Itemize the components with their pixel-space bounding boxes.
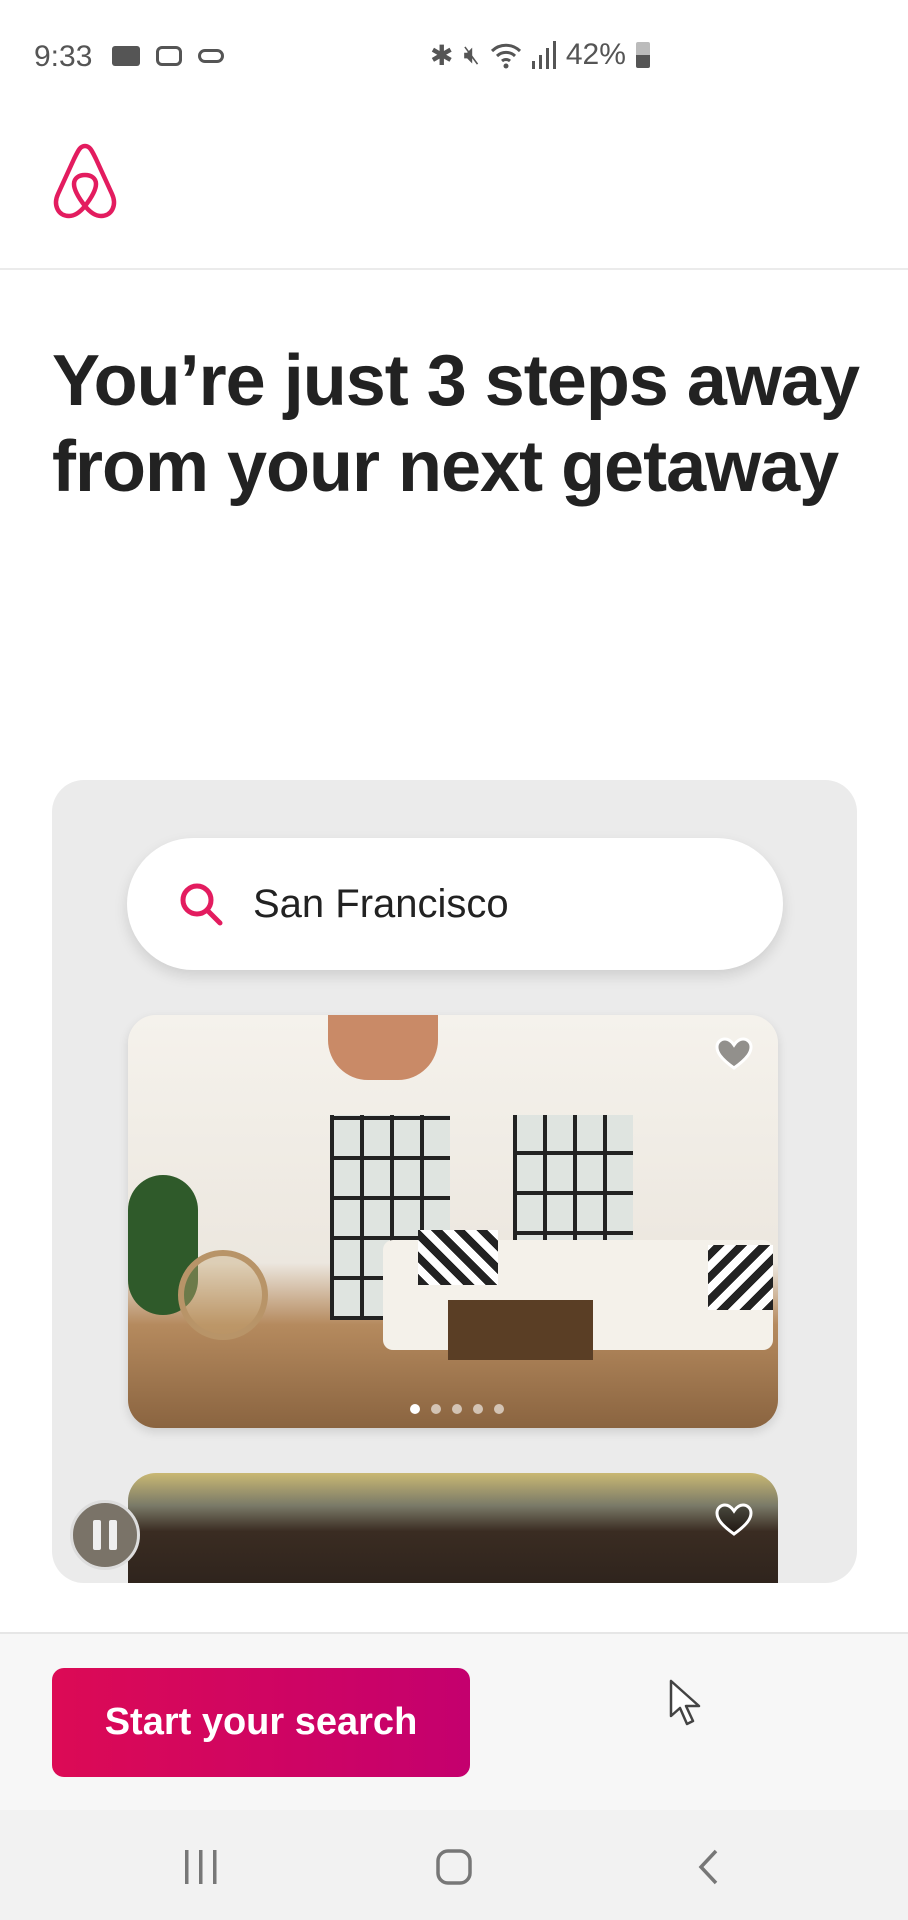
status-right: ✱ 🔇︎ 42% [430, 38, 650, 72]
pause-icon [93, 1520, 101, 1550]
heart-icon[interactable] [715, 1037, 753, 1071]
start-search-button[interactable]: Start your search [52, 1668, 470, 1777]
status-bar: 9:33 ✱ 🔇︎ 42% [0, 0, 908, 110]
carousel-dot[interactable] [494, 1404, 504, 1414]
home-icon[interactable] [435, 1848, 473, 1886]
carousel-dot[interactable] [410, 1404, 420, 1414]
battery-percent: 42% [565, 38, 626, 71]
page-title: You’re just 3 steps away from your next … [52, 341, 860, 507]
status-time: 9:33 [34, 40, 93, 73]
airbnb-logo[interactable] [50, 142, 120, 220]
system-nav-bar [0, 1810, 908, 1920]
signal-icon [531, 41, 556, 69]
pillow [708, 1245, 773, 1310]
mute-icon: 🔇︎ [463, 39, 480, 69]
listing-photo[interactable] [128, 1473, 778, 1583]
battery-icon [635, 42, 650, 68]
pillow [418, 1230, 498, 1285]
bluetooth-icon: ✱ [430, 39, 454, 71]
search-value: San Francisco [253, 881, 509, 926]
video-icon [112, 46, 140, 66]
key-icon [198, 49, 224, 63]
wifi-icon [490, 43, 521, 69]
app-header [0, 110, 908, 270]
carousel-dot[interactable] [473, 1404, 483, 1414]
search-bar[interactable]: San Francisco [127, 838, 783, 970]
coffee-table [448, 1300, 593, 1360]
heart-icon[interactable] [715, 1503, 753, 1537]
recent-apps-icon[interactable] [183, 1850, 219, 1884]
listing-photo[interactable] [128, 1015, 778, 1428]
carousel-dot[interactable] [452, 1404, 462, 1414]
sync-icon [156, 46, 182, 66]
carousel-dot[interactable] [431, 1404, 441, 1414]
second-photo-clip [52, 1460, 857, 1583]
mouse-cursor-icon [669, 1679, 701, 1726]
back-icon[interactable] [696, 1848, 720, 1886]
pendant-lamp [328, 1015, 438, 1080]
pause-button[interactable] [70, 1500, 140, 1570]
carousel-dots [410, 1404, 504, 1414]
rocking-chair [178, 1250, 268, 1340]
search-icon [180, 883, 223, 926]
